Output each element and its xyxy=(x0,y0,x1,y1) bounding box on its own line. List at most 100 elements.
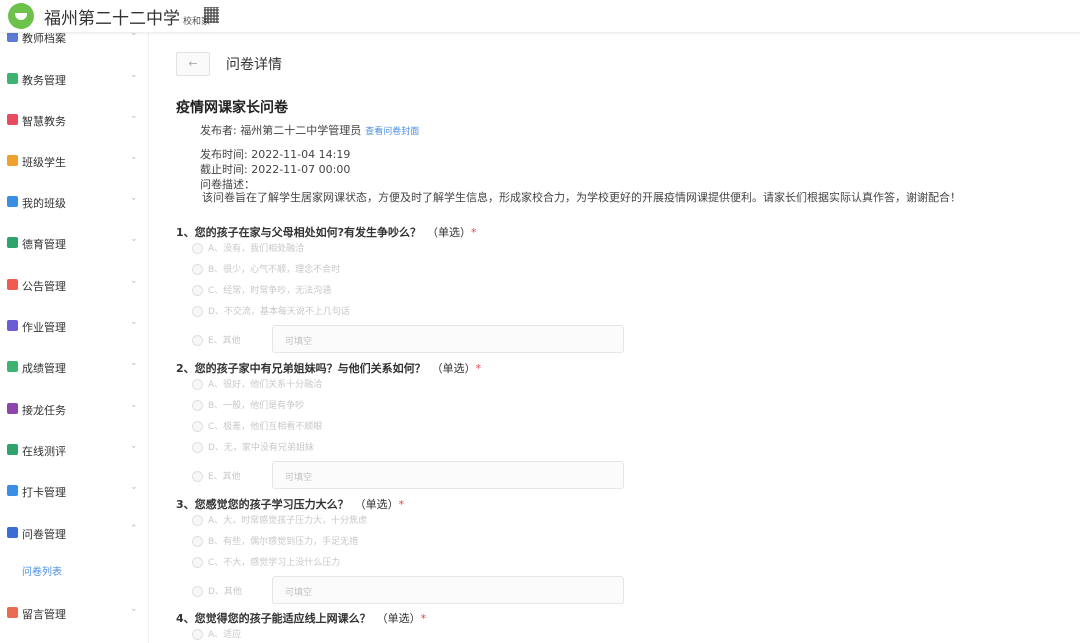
option-label: B、有些，偶尔感觉到压力，手足无措 xyxy=(208,537,359,547)
required-marker: * xyxy=(475,362,482,375)
radio-button[interactable] xyxy=(192,536,203,547)
radio-button[interactable] xyxy=(192,285,203,296)
sidebar-item-label: 公告管理 xyxy=(22,280,66,293)
radio-button[interactable] xyxy=(192,306,203,317)
sidebar-item[interactable]: 打卡管理 ⌄ xyxy=(0,480,148,504)
sidebar-item[interactable]: 留言管理 ⌄ xyxy=(0,602,148,626)
other-fill-input[interactable]: 可填空 xyxy=(272,325,624,353)
option-label: D、无，家中没有兄弟姐妹 xyxy=(208,443,314,453)
sidebar-item-label: 教师档案 xyxy=(22,32,66,45)
chevron-icon[interactable]: ⌄ xyxy=(130,482,138,492)
sidebar-item-label: 班级学生 xyxy=(22,156,66,169)
question-type: （单选） xyxy=(431,362,476,375)
sidebar-item-label: 打卡管理 xyxy=(22,486,66,499)
sidebar-item[interactable]: 接龙任务 ⌄ xyxy=(0,398,148,422)
required-marker: * xyxy=(398,498,405,511)
option-label: D、其他 xyxy=(208,587,242,597)
question-title: 2、您的孩子家中有兄弟姐妹吗？与他们关系如何？ （单选）* xyxy=(176,360,481,376)
folder-icon xyxy=(7,32,18,42)
sidebar-item[interactable]: 问卷管理 ⌃ xyxy=(0,522,148,546)
view-cover-link[interactable]: 查看问卷封面 xyxy=(365,127,419,137)
option-label: A、没有，我们相处融洽 xyxy=(208,244,305,254)
chevron-icon[interactable]: ⌄ xyxy=(130,441,138,451)
sidebar-item[interactable]: 教师档案 ⌄ xyxy=(0,32,148,50)
required-marker: * xyxy=(420,612,427,625)
option-label: C、极差，他们互相看不顺眼 xyxy=(208,422,323,432)
option-label: B、很少，心气不顺，理念不合时 xyxy=(208,265,341,275)
chevron-icon[interactable]: ⌄ xyxy=(130,234,138,244)
sidebar-item-label: 留言管理 xyxy=(22,608,66,621)
sidebar-item[interactable]: 班级学生 ⌄ xyxy=(0,150,148,174)
survey-title: 疫情网课家长问卷 xyxy=(176,100,288,116)
task-icon xyxy=(7,403,18,414)
publisher-line: 发布者: 福州第二十二中学管理员 查看问卷封面 xyxy=(200,122,419,138)
radio-button[interactable] xyxy=(192,400,203,411)
sidebar-item[interactable]: 我的班级 ⌄ xyxy=(0,191,148,215)
option-label: A、很好，他们关系十分融洽 xyxy=(208,380,323,390)
sidebar-item[interactable]: 作业管理 ⌄ xyxy=(0,315,148,339)
option-label: E、其他 xyxy=(208,472,241,482)
sidebar-item-label: 智慧教务 xyxy=(22,115,66,128)
radio-button[interactable] xyxy=(192,557,203,568)
radio-button[interactable] xyxy=(192,629,203,640)
sidebar-item[interactable]: 智慧教务 ⌄ xyxy=(0,109,148,133)
school-logo-icon xyxy=(8,3,34,29)
other-fill-input[interactable]: 可填空 xyxy=(272,461,624,489)
chevron-icon[interactable]: ⌃ xyxy=(130,524,138,534)
survey-icon xyxy=(7,527,18,538)
chevron-icon[interactable]: ⌄ xyxy=(130,400,138,410)
chevron-icon[interactable]: ⌄ xyxy=(130,358,138,368)
option-label: D、不交流，基本每天说不上几句话 xyxy=(208,307,350,317)
chevron-icon[interactable]: ⌄ xyxy=(130,276,138,286)
radio-button[interactable] xyxy=(192,264,203,275)
sidebar-item-label: 问卷管理 xyxy=(22,528,66,541)
chevron-icon[interactable]: ⌄ xyxy=(130,152,138,162)
radio-button[interactable] xyxy=(192,421,203,432)
radio-button[interactable] xyxy=(192,586,203,597)
sidebar-item[interactable]: 教务管理 ⌄ xyxy=(0,68,148,92)
graduation-cap-icon xyxy=(7,196,18,207)
radio-button[interactable] xyxy=(192,379,203,390)
sidebar-item-label: 教务管理 xyxy=(22,74,66,87)
page-title: 问卷详情 xyxy=(226,57,282,73)
radio-button[interactable] xyxy=(192,471,203,482)
sidebar-item-label: 作业管理 xyxy=(22,321,66,334)
other-fill-input[interactable]: 可填空 xyxy=(272,576,624,604)
chevron-icon[interactable]: ⌄ xyxy=(130,604,138,614)
top-bar: 福州第二十二中学 校和家 xyxy=(0,0,1080,33)
question-text: 2、您的孩子家中有兄弟姐妹吗？与他们关系如何？ xyxy=(176,362,426,375)
chevron-icon[interactable]: ⌄ xyxy=(130,111,138,121)
option-label: E、其他 xyxy=(208,336,241,346)
megaphone-icon xyxy=(7,279,18,290)
qr-code-icon[interactable] xyxy=(204,7,219,23)
required-marker: * xyxy=(471,226,477,239)
chevron-icon[interactable]: ⌄ xyxy=(130,70,138,80)
chevron-icon[interactable]: ⌄ xyxy=(130,317,138,327)
sidebar-item[interactable]: 德育管理 ⌄ xyxy=(0,232,148,256)
back-button[interactable]: ← xyxy=(176,52,210,76)
sidebar-item-label: 在线测评 xyxy=(22,445,66,458)
students-icon xyxy=(7,155,18,166)
message-icon xyxy=(7,607,18,618)
publisher-text: 发布者: 福州第二十二中学管理员 xyxy=(200,124,362,137)
radio-button[interactable] xyxy=(192,335,203,346)
chevron-icon[interactable]: ⌄ xyxy=(130,193,138,203)
test-icon xyxy=(7,444,18,455)
description-text: 该问卷旨在了解学生居家网课状态，方便及时了解学生信息，形成家校合力，为学校更好的… xyxy=(202,191,961,204)
radio-button[interactable] xyxy=(192,515,203,526)
sidebar-item[interactable]: 成绩管理 ⌄ xyxy=(0,356,148,380)
radio-button[interactable] xyxy=(192,243,203,254)
sidebar-item[interactable]: 公告管理 ⌄ xyxy=(0,274,148,298)
question-title: 1、您的孩子在家与父母相处如何?有发生争吵么？ （单选）* xyxy=(176,224,477,240)
sidebar-item[interactable]: 在线测评 ⌄ xyxy=(0,439,148,463)
option-label: B、一般，他们是有争吵 xyxy=(208,401,305,411)
chart-icon xyxy=(7,361,18,372)
option-label: C、不大，感觉学习上没什么压力 xyxy=(208,558,341,568)
document-icon xyxy=(7,73,18,84)
radio-button[interactable] xyxy=(192,442,203,453)
question-text: 4、您觉得您的孩子能适应线上网课么？ xyxy=(176,612,371,625)
screen-icon xyxy=(7,114,18,125)
sidebar-subitem-survey-list[interactable]: 问卷列表 xyxy=(22,563,62,578)
sidebar-item-label: 接龙任务 xyxy=(22,404,66,417)
question-type: （单选） xyxy=(376,612,421,625)
